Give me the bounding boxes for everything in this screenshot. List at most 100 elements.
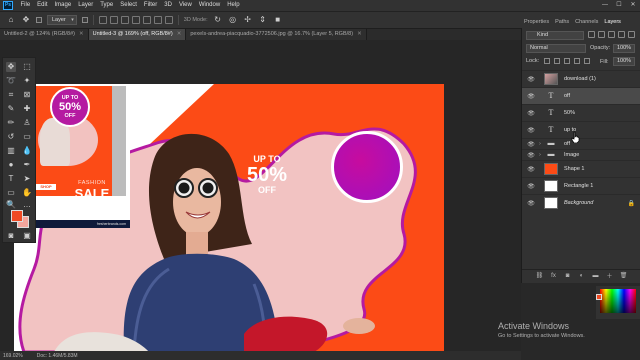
visibility-eye-icon[interactable]: 👁 (526, 166, 536, 173)
delete-layer-icon[interactable]: 🗑 (620, 272, 628, 279)
type-tool-icon[interactable]: T (6, 174, 16, 184)
chevron-right-icon[interactable]: › (536, 152, 544, 158)
drag-3d-icon[interactable]: ✢ (243, 15, 253, 25)
menu-view[interactable]: View (175, 0, 195, 11)
zoom-tool-icon[interactable]: 🔍 (6, 200, 16, 210)
minimize-icon[interactable]: — (598, 0, 612, 11)
filter-shape-icon[interactable] (618, 31, 625, 38)
transform-controls-checkbox[interactable] (81, 17, 88, 23)
layer-row[interactable]: 👁 › ▬ off (522, 138, 640, 149)
menu-filter[interactable]: Filter (140, 0, 160, 11)
new-layer-icon[interactable]: ＋ (606, 271, 614, 280)
brush-tool-icon[interactable]: ✏ (6, 118, 16, 128)
scale-3d-icon[interactable]: ■ (273, 15, 283, 25)
layer-row[interactable]: 👁 download (1) (522, 70, 640, 87)
distribute-icon[interactable] (164, 16, 173, 24)
tab-properties[interactable]: Properties (521, 17, 552, 28)
move-tool-icon[interactable]: ✥ (6, 62, 16, 72)
visibility-eye-icon[interactable]: 👁 (526, 141, 536, 148)
lock-artboard-icon[interactable] (574, 58, 580, 64)
align-center-icon[interactable] (109, 16, 118, 24)
visibility-eye-icon[interactable]: 👁 (526, 127, 536, 134)
visibility-eye-icon[interactable]: 👁 (526, 200, 536, 207)
menu-help[interactable]: Help (224, 0, 243, 11)
magic-wand-icon[interactable]: ✦ (22, 76, 32, 86)
tab-channels[interactable]: Channels (572, 17, 601, 28)
history-brush-icon[interactable]: ↺ (6, 132, 16, 142)
align-middle-icon[interactable] (142, 16, 151, 24)
lasso-tool-icon[interactable]: ➰ (6, 76, 16, 86)
menu-type[interactable]: Type (97, 0, 117, 11)
close-icon[interactable]: ✕ (357, 29, 362, 40)
layer-row[interactable]: 👁 Background 🔒 (522, 194, 640, 211)
filter-smart-object-icon[interactable] (628, 31, 635, 38)
layer-filter-dropdown[interactable]: Kind (526, 31, 584, 40)
filter-adjustment-icon[interactable] (598, 31, 605, 38)
layer-row[interactable]: 👁 Shape 1 (522, 160, 640, 177)
close-icon[interactable]: ✕ (79, 29, 84, 40)
foreground-color-swatch[interactable] (11, 210, 23, 222)
gradient-tool-icon[interactable]: ▥ (6, 146, 16, 156)
more-tools-icon[interactable]: … (22, 200, 32, 210)
fill-field[interactable]: 100% (613, 57, 635, 66)
lock-position-icon[interactable] (564, 58, 570, 64)
visibility-eye-icon[interactable]: 👁 (526, 183, 536, 190)
close-icon[interactable]: ✕ (177, 29, 182, 40)
new-group-icon[interactable]: ▬ (592, 273, 600, 279)
healing-brush-icon[interactable]: ✚ (22, 104, 32, 114)
opacity-field[interactable]: 100% (613, 44, 635, 53)
screen-mode-icon[interactable]: ▣ (22, 231, 32, 241)
visibility-eye-icon[interactable]: 👁 (526, 76, 536, 83)
layer-row[interactable]: 👁 › ▬ Image (522, 149, 640, 160)
visibility-eye-icon[interactable]: 👁 (526, 93, 536, 100)
menu-select[interactable]: Select (117, 0, 141, 11)
roll-3d-icon[interactable]: ◎ (228, 15, 238, 25)
align-top-icon[interactable] (131, 16, 140, 24)
link-layers-icon[interactable]: ⛓ (536, 272, 544, 279)
rotate-3d-icon[interactable]: ↻ (213, 15, 223, 25)
artboard-tool-icon[interactable]: ⬚ (22, 62, 32, 72)
pen-tool-icon[interactable]: ✒ (22, 160, 32, 170)
layer-row[interactable]: 👁 T up to (522, 121, 640, 138)
clone-stamp-icon[interactable]: ♙ (22, 118, 32, 128)
dodge-tool-icon[interactable]: ● (6, 160, 16, 170)
menu-layer[interactable]: Layer (75, 0, 97, 11)
visibility-eye-icon[interactable]: 👁 (526, 110, 536, 117)
filter-pixel-icon[interactable] (588, 31, 595, 38)
align-right-icon[interactable] (120, 16, 129, 24)
align-bottom-icon[interactable] (153, 16, 162, 24)
path-selection-icon[interactable]: ➤ (22, 174, 32, 184)
hand-tool-icon[interactable]: ✋ (22, 188, 32, 198)
doc-tab[interactable]: pexels-andrea-piacquadio-3772506.jpg @ 1… (186, 29, 367, 40)
doc-tab[interactable]: Untitled-2 @ 124% (RGB/8#) ✕ (0, 29, 89, 40)
blur-tool-icon[interactable]: 💧 (22, 146, 32, 156)
crop-tool-icon[interactable]: ⌗ (6, 90, 16, 100)
lock-image-icon[interactable] (554, 58, 560, 64)
eraser-icon[interactable]: ▭ (22, 132, 32, 142)
maximize-icon[interactable]: ☐ (612, 0, 626, 11)
blend-mode-dropdown[interactable]: Normal (526, 44, 586, 53)
layer-row[interactable]: 👁 T 50% (522, 104, 640, 121)
layer-row-selected[interactable]: 👁 T off (522, 87, 640, 104)
color-spectrum[interactable] (600, 289, 636, 313)
menu-image[interactable]: Image (51, 0, 75, 11)
adjustment-layer-icon[interactable]: ◐ (578, 273, 586, 279)
frame-tool-icon[interactable]: ⊠ (22, 90, 32, 100)
lock-transparent-icon[interactable] (544, 58, 550, 64)
tab-paths[interactable]: Paths (552, 17, 572, 28)
align-left-icon[interactable] (98, 16, 107, 24)
canvas-area[interactable]: UP TO 50% OFF UP TO 50% OFF FASHION SALE… (0, 40, 521, 351)
layer-row[interactable]: 👁 Rectangle 1 (522, 177, 640, 194)
menu-edit[interactable]: Edit (34, 0, 51, 11)
doc-tab-active[interactable]: Untitled-3 @ 169% (off, RGB/8#) ✕ (88, 29, 187, 40)
slide-3d-icon[interactable]: ⇕ (258, 15, 268, 25)
filter-type-icon[interactable] (608, 31, 615, 38)
tab-layers[interactable]: Layers (601, 17, 624, 28)
foreground-color-mini[interactable] (596, 294, 602, 300)
menu-file[interactable]: File (17, 0, 34, 11)
move-tool-icon[interactable]: ✥ (21, 15, 31, 25)
menu-3d[interactable]: 3D (161, 0, 176, 11)
lock-all-icon[interactable] (584, 58, 590, 64)
auto-select-dropdown[interactable]: Layer (47, 15, 77, 25)
quick-mask-icon[interactable]: ◙ (6, 231, 16, 241)
